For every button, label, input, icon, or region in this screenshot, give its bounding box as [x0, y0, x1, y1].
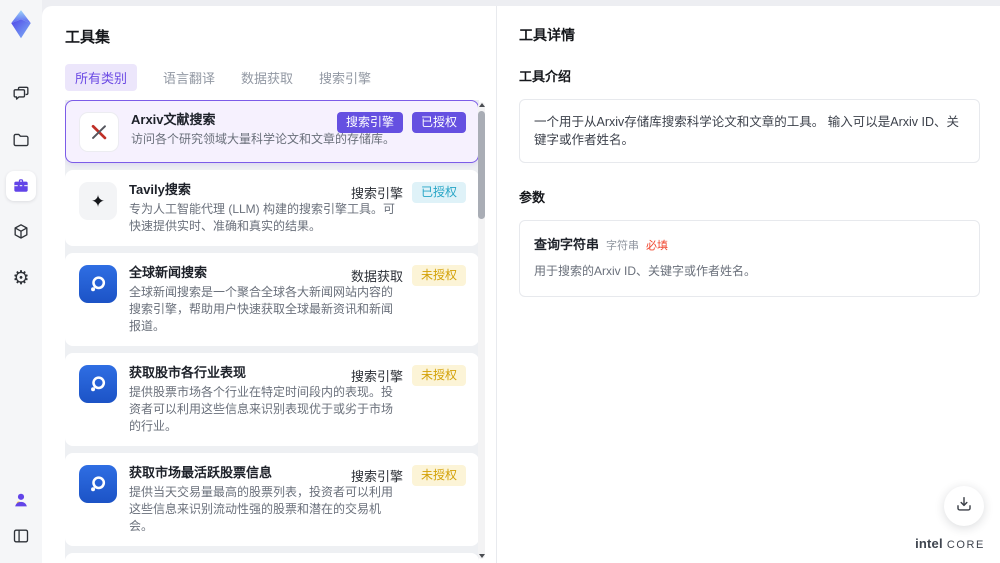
params-heading: 参数: [519, 190, 546, 205]
tab-搜索引擎[interactable]: 搜索引擎: [319, 64, 371, 91]
tool-badges: 搜索引擎 已授权: [351, 182, 466, 203]
status-badge: 未授权: [411, 365, 466, 386]
param-desc: 用于搜索的Arxiv ID、关键字或作者姓名。: [534, 264, 757, 278]
arxiv-icon: [79, 112, 119, 152]
tools-list: Arxiv文献搜索 访问各个研究领域大量科学论文和文章的存储库。 搜索引擎 已授权 ✦ T…: [65, 100, 485, 563]
tool-badges: 数据获取 未授权: [351, 265, 466, 286]
scrollbar-thumb[interactable]: [478, 111, 485, 219]
param-name: 查询字符串: [534, 237, 600, 252]
detail-title: 工具详情: [519, 27, 575, 43]
status-badge: 未授权: [411, 465, 466, 486]
tool-card[interactable]: 全球新闻搜索 全球新闻搜索是一个聚合全球各大新闻网站内容的搜索引擎，帮助用户快速获…: [65, 253, 479, 346]
page-title: 工具集: [65, 29, 111, 46]
sidebar-nav: ⚙︎: [6, 79, 36, 293]
sidebar-item-panel-toggle[interactable]: [6, 521, 36, 551]
tool-desc: 访问各个研究领域大量科学论文和文章的存储库。: [131, 132, 396, 146]
scrollbar-down-arrow[interactable]: [479, 554, 485, 558]
category-badge: 搜索引擎: [350, 369, 403, 384]
tool-card[interactable]: ✦ Tavily搜索 专为人工智能代理 (LLM) 构建的搜索引擎工具。可快速提供实…: [65, 170, 479, 246]
tool-card[interactable]: 万维地区新闻查询查询具体行政区划内的新闻，快速了解各地新闻动搜索引擎未授权: [65, 553, 479, 563]
tool-badges: 搜索引擎 未授权: [351, 365, 466, 386]
core-wordmark: CORE: [946, 539, 985, 551]
tool-desc: 专为人工智能代理 (LLM) 构建的搜索引擎工具。可快速提供实时、准确和真实的结…: [129, 202, 396, 233]
tool-desc: 提供股票市场各个行业在特定时间段内的表现。投资者可以利用这些信息来识别表现优于或…: [129, 385, 394, 433]
tools-pane: 工具集 所有类别 语言翻译 数据获取 搜索引擎 Arxiv文献搜索 访问各个研究领域大量…: [42, 6, 497, 563]
tool-card[interactable]: 获取股市各行业表现 提供股票市场各个行业在特定时间段内的表现。投资者可以利用这些信…: [65, 353, 479, 446]
sidebar-bottom: [6, 485, 36, 551]
intel-wordmark: intel: [915, 536, 943, 551]
param-header: 查询字符串 字符串 必填: [534, 234, 965, 254]
tavily-icon: ✦: [79, 182, 117, 220]
detail-pane: 工具详情 工具介绍 一个用于从Arxiv存储库搜索科学论文和文章的工具。 输入可…: [497, 6, 1000, 563]
global-news-icon: [79, 265, 117, 303]
tool-desc: 全球新闻搜索是一个聚合全球各大新闻网站内容的搜索引擎，帮助用户快速获取全球最新资…: [129, 285, 394, 333]
active-stocks-icon: [79, 465, 117, 503]
download-icon: [954, 494, 974, 519]
app-logo: [8, 9, 34, 39]
sidebar-item-chat[interactable]: [6, 79, 36, 109]
param-required-badge: 必填: [646, 240, 669, 252]
tool-intro-box: 一个用于从Arxiv存储库搜索科学论文和文章的工具。 输入可以是Arxiv ID…: [519, 99, 980, 163]
main-content: 工具集 所有类别 语言翻译 数据获取 搜索引擎 Arxiv文献搜索 访问各个研究领域大量…: [42, 6, 1000, 563]
sidebar-item-user[interactable]: [6, 485, 36, 515]
tool-badges: 搜索引擎 已授权: [336, 112, 466, 133]
status-badge: 已授权: [411, 182, 466, 203]
tool-badges: 搜索引擎 未授权: [351, 465, 466, 486]
category-badge: 搜索引擎: [350, 469, 403, 484]
tab-数据获取[interactable]: 数据获取: [241, 64, 293, 91]
sidebar-item-settings[interactable]: ⚙︎: [6, 263, 36, 293]
category-badge: 搜索引擎: [350, 186, 403, 201]
intel-core-logo: intel CORE: [915, 536, 985, 551]
app-rail: ⚙︎: [0, 0, 42, 563]
param-item: 查询字符串 字符串 必填 用于搜索的Arxiv ID、关键字或作者姓名。: [519, 220, 980, 297]
category-tabs: 所有类别 语言翻译 数据获取 搜索引擎: [65, 64, 496, 91]
sidebar-item-toolbox[interactable]: [6, 171, 36, 201]
category-badge: 数据获取: [350, 269, 403, 284]
category-badge: 搜索引擎: [336, 112, 403, 133]
status-badge: 已授权: [411, 112, 466, 133]
scrollbar-up-arrow[interactable]: [479, 103, 485, 107]
tool-cards: Arxiv文献搜索 访问各个研究领域大量科学论文和文章的存储库。 搜索引擎 已授权 ✦ T…: [65, 100, 479, 563]
scrollbar[interactable]: [478, 102, 485, 559]
tab-语言翻译[interactable]: 语言翻译: [163, 64, 215, 91]
sidebar-item-folder[interactable]: [6, 125, 36, 155]
stock-sector-icon: [79, 365, 117, 403]
download-button[interactable]: [944, 486, 984, 526]
intro-heading: 工具介绍: [519, 69, 572, 84]
tool-intro-text: 一个用于从Arxiv存储库搜索科学论文和文章的工具。 输入可以是Arxiv ID…: [534, 115, 960, 147]
tool-desc: 提供当天交易量最高的股票列表，投资者可以利用这些信息来识别流动性强的股票和潜在的…: [129, 485, 394, 533]
tab-所有类别[interactable]: 所有类别: [65, 64, 138, 91]
tool-card[interactable]: Arxiv文献搜索 访问各个研究领域大量科学论文和文章的存储库。 搜索引擎 已授权: [65, 100, 479, 163]
sidebar-item-cube[interactable]: [6, 217, 36, 247]
param-type: 字符串: [606, 240, 640, 252]
tool-card[interactable]: 获取市场最活跃股票信息 提供当天交易量最高的股票列表，投资者可以利用这些信息来识别…: [65, 453, 479, 546]
status-badge: 未授权: [411, 265, 466, 286]
